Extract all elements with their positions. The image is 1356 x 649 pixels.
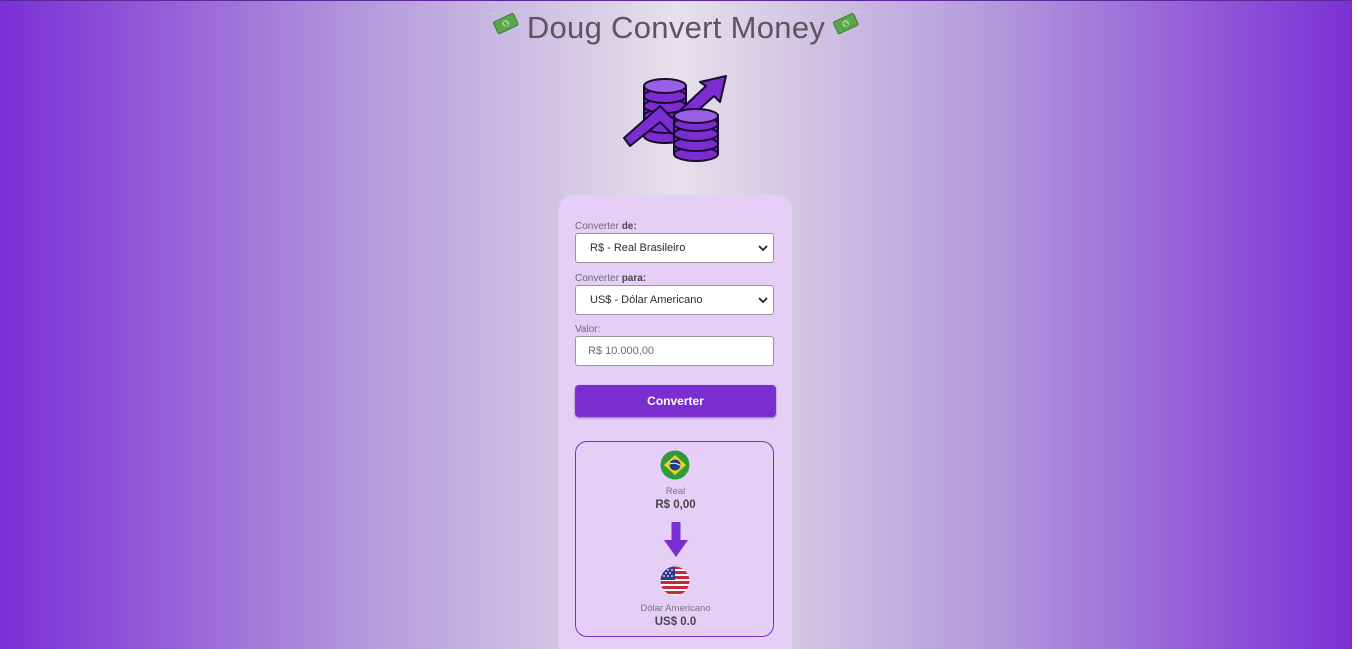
- page-title: $ Doug Convert Money $: [0, 8, 1352, 47]
- usa-flag-icon: [660, 566, 690, 596]
- amount-input[interactable]: R$ 10.000,00: [575, 336, 774, 366]
- coins-growth-icon: [620, 72, 732, 164]
- from-currency-select[interactable]: R$ - Real Brasileiro: [575, 233, 774, 263]
- amount-label: Valor:: [575, 324, 601, 335]
- brazil-flag-icon: [660, 450, 690, 480]
- to-currency-value: US$ - Dólar Americano: [590, 294, 703, 306]
- from-currency-name: Real: [665, 486, 686, 497]
- from-currency-result: R$ 0,00: [655, 499, 696, 511]
- chevron-down-icon: [758, 297, 768, 304]
- money-with-wings-icon: $: [829, 9, 863, 47]
- top-border: [0, 0, 1356, 1]
- convert-button[interactable]: Converter: [575, 385, 776, 417]
- from-label: Converter de:: [575, 221, 637, 232]
- converter-card: Converter de: R$ - Real Brasileiro Conve…: [559, 195, 792, 649]
- scrollbar[interactable]: [1352, 0, 1356, 649]
- result-box: Real R$ 0,00 Dólar Americano US$ 0.0: [575, 441, 774, 637]
- from-currency-value: R$ - Real Brasileiro: [590, 242, 686, 254]
- chevron-down-icon: [758, 245, 768, 252]
- to-currency-name: Dólar Americano: [640, 603, 711, 614]
- to-currency-select[interactable]: US$ - Dólar Americano: [575, 285, 774, 315]
- arrow-down-icon: [663, 522, 689, 558]
- money-with-wings-icon: $: [489, 9, 523, 47]
- to-label: Converter para:: [575, 273, 647, 284]
- to-currency-result: US$ 0.0: [654, 616, 697, 628]
